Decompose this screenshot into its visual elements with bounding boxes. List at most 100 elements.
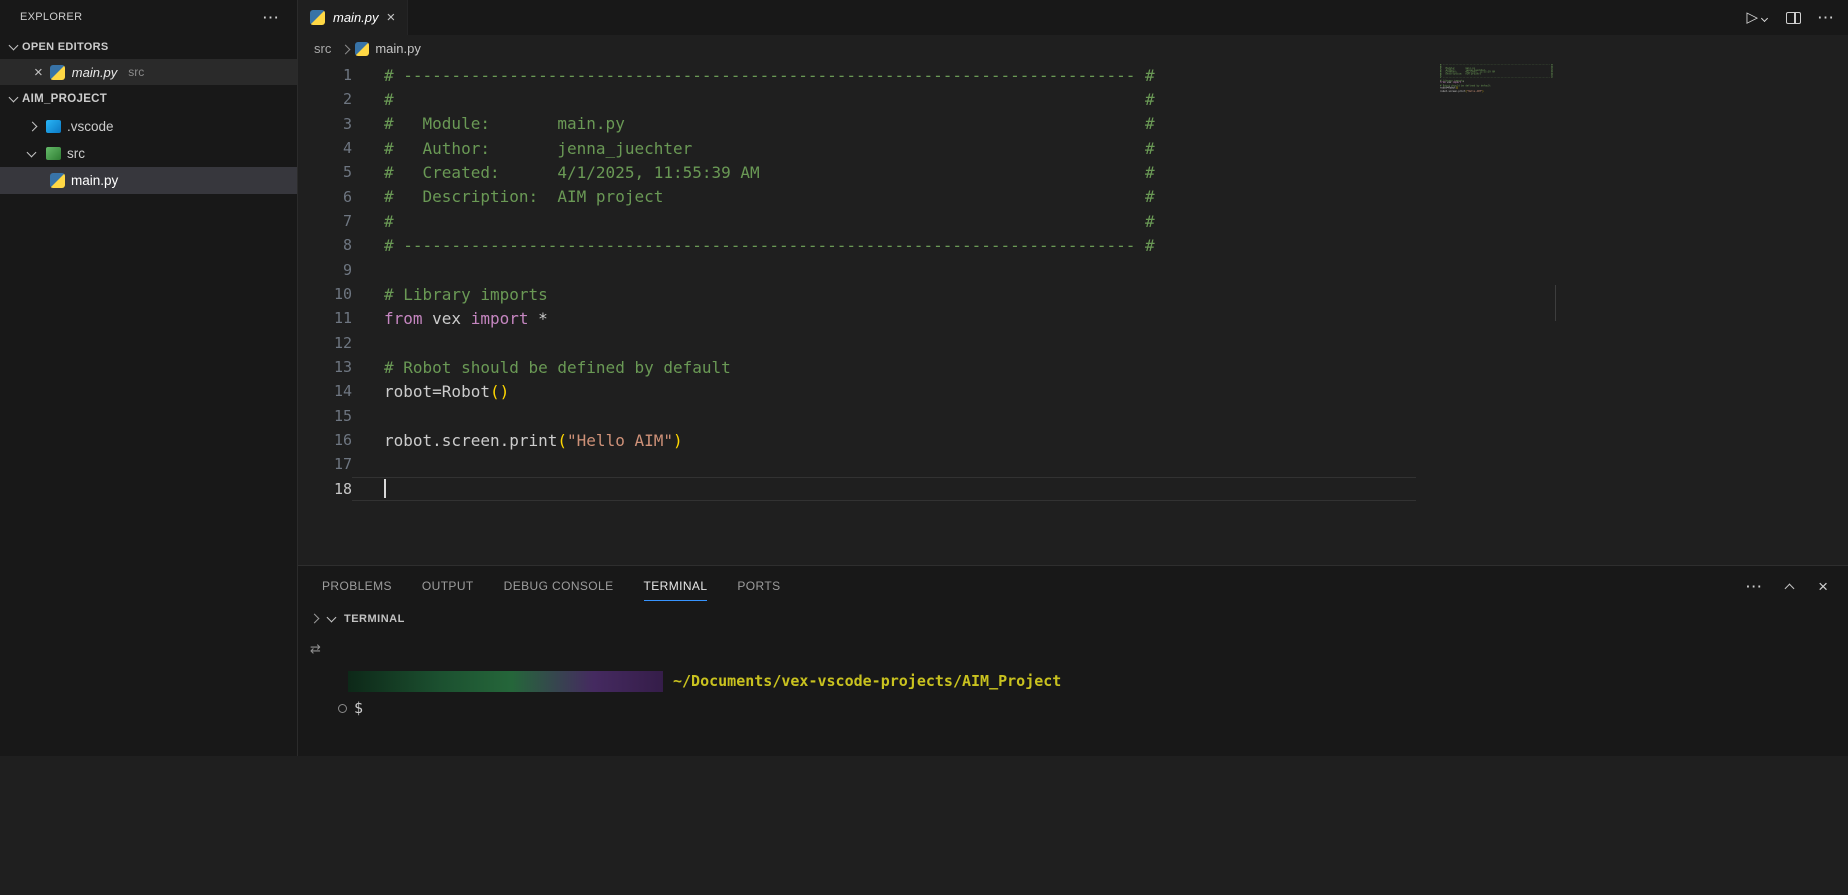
code-line-11[interactable]: 11from vex import * bbox=[298, 306, 1848, 330]
code-text: # Description: AIM project # bbox=[352, 187, 1155, 206]
panel-tab-problems[interactable]: PROBLEMS bbox=[322, 579, 392, 593]
editor-area: main.py × ▷ ⋯ src main.py 1# -----------… bbox=[298, 0, 1848, 565]
code-line-6[interactable]: 6# Description: AIM project # bbox=[298, 185, 1848, 209]
chevron-up-icon[interactable] bbox=[1782, 578, 1798, 594]
code-lines: 1# -------------------------------------… bbox=[298, 63, 1848, 501]
command-decoration-icon[interactable] bbox=[338, 704, 347, 713]
line-number: 7 bbox=[298, 212, 352, 230]
vscode-folder-icon bbox=[46, 120, 61, 133]
code-text: robot=Robot() bbox=[352, 382, 509, 401]
chevron-right-icon[interactable] bbox=[306, 611, 322, 627]
powerline-bar bbox=[348, 671, 663, 692]
code-text: robot.screen.print("Hello AIM") bbox=[352, 431, 683, 450]
code-line-8[interactable]: 8# -------------------------------------… bbox=[298, 233, 1848, 257]
tree-item-vscode[interactable]: .vscode bbox=[0, 113, 297, 140]
line-number: 17 bbox=[298, 455, 352, 473]
code-text bbox=[352, 477, 1416, 501]
panel-tab-output[interactable]: OUTPUT bbox=[422, 579, 474, 593]
explorer-title: EXPLORER bbox=[20, 11, 82, 23]
code-text: # Module: main.py # bbox=[352, 114, 1155, 133]
project-label: AIM_PROJECT bbox=[22, 93, 107, 105]
panel-close-icon[interactable]: × bbox=[1818, 578, 1828, 595]
code-text: # Author: jenna_juechter # bbox=[352, 139, 1155, 158]
code-text: # Robot should be defined by default bbox=[352, 358, 731, 377]
file-tree: .vscode src main.py bbox=[0, 113, 297, 194]
panel-tab-debug-console[interactable]: DEBUG CONSOLE bbox=[504, 579, 614, 593]
line-number: 15 bbox=[298, 407, 352, 425]
code-text: # Library imports bbox=[352, 285, 548, 304]
line-number: 1 bbox=[298, 66, 352, 84]
panel-tab-terminal[interactable]: TERMINAL bbox=[644, 579, 708, 593]
editor-more-icon[interactable]: ⋯ bbox=[1817, 9, 1834, 26]
run-icon: ▷ bbox=[1746, 10, 1758, 25]
breadcrumb-file[interactable]: main.py bbox=[375, 41, 421, 56]
code-text: # --------------------------------------… bbox=[352, 66, 1155, 85]
src-folder-icon bbox=[46, 147, 61, 160]
line-number: 14 bbox=[298, 382, 352, 400]
python-icon bbox=[310, 10, 325, 25]
open-editors-section-header[interactable]: OPEN EDITORS bbox=[0, 34, 297, 59]
tab-main-py[interactable]: main.py × bbox=[298, 0, 408, 35]
code-line-1[interactable]: 1# -------------------------------------… bbox=[298, 63, 1848, 87]
panel-more-icon[interactable]: ⋯ bbox=[1745, 578, 1762, 595]
split-editor-icon[interactable] bbox=[1786, 12, 1801, 24]
code-line-3[interactable]: 3# Module: main.py # bbox=[298, 112, 1848, 136]
code-line-7[interactable]: 7# # bbox=[298, 209, 1848, 233]
tree-item-main-py[interactable]: main.py bbox=[0, 167, 297, 194]
breadcrumb-folder[interactable]: src bbox=[314, 41, 331, 56]
code-line-18[interactable]: 18 bbox=[298, 477, 1848, 501]
line-number: 8 bbox=[298, 236, 352, 254]
code-line-5[interactable]: 5# Created: 4/1/2025, 11:55:39 AM # bbox=[298, 160, 1848, 184]
open-editors-label: OPEN EDITORS bbox=[22, 41, 109, 53]
code-line-14[interactable]: 14robot=Robot() bbox=[298, 379, 1848, 403]
tab-title: main.py bbox=[333, 10, 379, 25]
panel-tabs: PROBLEMS OUTPUT DEBUG CONSOLE TERMINAL PORTS bbox=[322, 579, 781, 593]
line-number: 5 bbox=[298, 163, 352, 181]
more-actions-icon[interactable]: ⋯ bbox=[262, 9, 279, 26]
run-button[interactable]: ▷ bbox=[1746, 10, 1770, 25]
minimap-content: # --------------------------------------… bbox=[1440, 64, 1556, 96]
chevron-right-icon bbox=[24, 119, 40, 135]
code-line-17[interactable]: 17 bbox=[298, 452, 1848, 476]
sync-icon: ⇄ bbox=[310, 642, 321, 657]
terminal-section-header[interactable]: TERMINAL bbox=[298, 606, 1848, 632]
code-text: # Created: 4/1/2025, 11:55:39 AM # bbox=[352, 163, 1155, 182]
code-line-4[interactable]: 4# Author: jenna_juechter # bbox=[298, 136, 1848, 160]
code-line-10[interactable]: 10# Library imports bbox=[298, 282, 1848, 306]
close-icon[interactable]: × bbox=[34, 65, 43, 80]
panel-tab-ports[interactable]: PORTS bbox=[737, 579, 780, 593]
chevron-right-icon bbox=[337, 42, 349, 56]
terminal-label: TERMINAL bbox=[344, 613, 405, 625]
line-number: 16 bbox=[298, 431, 352, 449]
tree-item-src[interactable]: src bbox=[0, 140, 297, 167]
open-editor-main-py[interactable]: × main.py src bbox=[0, 59, 297, 85]
close-icon[interactable]: × bbox=[387, 10, 396, 25]
tree-item-label: main.py bbox=[71, 173, 118, 188]
code-line-12[interactable]: 12 bbox=[298, 331, 1848, 355]
code-line-16[interactable]: 16robot.screen.print("Hello AIM") bbox=[298, 428, 1848, 452]
code-editor[interactable]: 1# -------------------------------------… bbox=[298, 62, 1848, 565]
python-icon bbox=[355, 42, 369, 56]
code-line-15[interactable]: 15 bbox=[298, 404, 1848, 428]
terminal-input-line[interactable]: $ bbox=[338, 700, 1848, 716]
panel-actions: ⋯ × bbox=[1745, 578, 1828, 595]
python-icon bbox=[50, 173, 65, 188]
explorer-sidebar: EXPLORER ⋯ OPEN EDITORS × main.py src AI… bbox=[0, 0, 298, 756]
open-editor-file-dir: src bbox=[128, 65, 144, 79]
tree-item-label: .vscode bbox=[67, 119, 114, 134]
code-line-2[interactable]: 2# # bbox=[298, 87, 1848, 111]
line-number: 6 bbox=[298, 188, 352, 206]
code-text: from vex import * bbox=[352, 309, 548, 328]
code-line-9[interactable]: 9 bbox=[298, 258, 1848, 282]
terminal[interactable]: ⇄ ~/Documents/vex-vscode-projects/AIM_Pr… bbox=[298, 632, 1848, 757]
terminal-prompt-symbol: $ bbox=[354, 699, 363, 717]
line-number: 18 bbox=[298, 480, 352, 498]
chevron-down-icon[interactable] bbox=[1760, 15, 1770, 25]
chevron-down-icon bbox=[6, 91, 22, 107]
line-number: 10 bbox=[298, 285, 352, 303]
bottom-panel: PROBLEMS OUTPUT DEBUG CONSOLE TERMINAL PORTS… bbox=[298, 565, 1848, 756]
minimap[interactable]: # --------------------------------------… bbox=[1440, 64, 1556, 524]
code-line-13[interactable]: 13# Robot should be defined by default bbox=[298, 355, 1848, 379]
vscode-window: EXPLORER ⋯ OPEN EDITORS × main.py src AI… bbox=[0, 0, 1848, 895]
project-section-header[interactable]: AIM_PROJECT bbox=[0, 85, 297, 113]
